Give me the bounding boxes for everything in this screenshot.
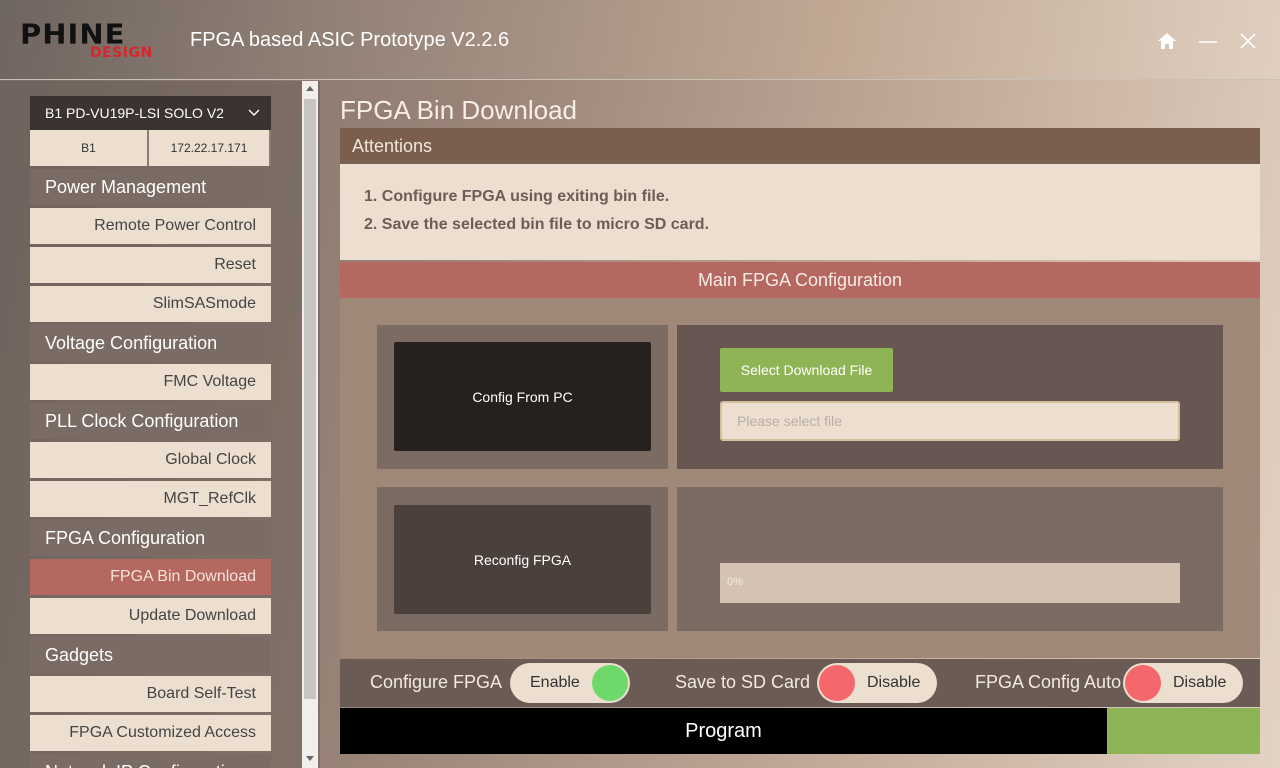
progress-label: 0%: [727, 576, 743, 588]
select-download-file-button[interactable]: Select Download File: [720, 348, 893, 392]
attentions-body: 1. Configure FPGA using exiting bin file…: [340, 164, 1260, 260]
scroll-down-arrow-icon[interactable]: [306, 756, 314, 761]
scroll-up-arrow-icon[interactable]: [306, 86, 314, 91]
close-icon[interactable]: [1235, 28, 1261, 54]
sidebar-item-update-download[interactable]: Update Download: [30, 598, 271, 634]
board-ip: 172.22.17.171: [149, 130, 271, 166]
reconfig-fpga-button[interactable]: Reconfig FPGA: [394, 505, 651, 614]
attention-line: 1. Configure FPGA using exiting bin file…: [364, 188, 670, 205]
board-select[interactable]: B1 PD-VU19P-LSI SOLO V2: [30, 96, 271, 130]
sidebar-item-slimsasmode[interactable]: SlimSASmode: [30, 286, 271, 322]
page-title: FPGA Bin Download: [340, 95, 578, 125]
section-network-ip-configuration[interactable]: Network IP Configuration: [30, 754, 271, 768]
main-fpga-config-header: Main FPGA Configuration: [340, 262, 1260, 298]
toggle-state-text: Disable: [867, 674, 921, 691]
scrollbar-thumb[interactable]: [304, 99, 316, 699]
progress-panel: [677, 487, 1223, 631]
logo-sub-text: DESIGN: [90, 45, 153, 61]
app-title: FPGA based ASIC Prototype V2.2.6: [190, 29, 510, 51]
sidebar-item-fmc-voltage[interactable]: FMC Voltage: [30, 364, 271, 400]
sidebar-item-global-clock[interactable]: Global Clock: [30, 442, 271, 478]
toggle-knob: [592, 665, 628, 701]
board-id: B1: [30, 130, 149, 166]
configure-fpga-label: Configure FPGA: [370, 672, 503, 692]
sidebar-scrollbar[interactable]: [302, 81, 318, 768]
board-info: B1 172.22.17.171: [30, 130, 271, 166]
sidebar-item-mgt-refclk[interactable]: MGT_RefClk: [30, 481, 271, 517]
attention-line: 2. Save the selected bin file to micro S…: [364, 216, 710, 233]
sidebar-item-remote-power-control[interactable]: Remote Power Control: [30, 208, 271, 244]
sidebar-item-board-self-test[interactable]: Board Self-Test: [30, 676, 271, 712]
section-pll-clock-configuration[interactable]: PLL Clock Configuration: [30, 403, 271, 439]
board-select-value: B1 PD-VU19P-LSI SOLO V2: [45, 105, 224, 121]
sidebar-item-fpga-customized-access[interactable]: FPGA Customized Access: [30, 715, 271, 751]
minimize-icon[interactable]: [1195, 28, 1221, 54]
section-voltage-configuration[interactable]: Voltage Configuration: [30, 325, 271, 361]
sidebar: B1 PD-VU19P-LSI SOLO V2 B1 172.22.17.171…: [0, 81, 320, 768]
save-to-sd-card-label: Save to SD Card: [675, 672, 811, 692]
toggle-knob: [1125, 665, 1161, 701]
config-from-pc-button[interactable]: Config From PC: [394, 342, 651, 451]
file-path-input[interactable]: [720, 401, 1180, 441]
chevron-down-icon: [247, 105, 261, 122]
file-select-panel: [677, 325, 1223, 469]
home-icon[interactable]: [1154, 28, 1180, 54]
attentions-header: Attentions: [340, 128, 1260, 164]
fpga-config-auto-toggle[interactable]: Disable: [1123, 663, 1243, 703]
save-to-sd-card-toggle[interactable]: Disable: [817, 663, 937, 703]
section-gadgets[interactable]: Gadgets: [30, 637, 271, 673]
toggle-knob: [819, 665, 855, 701]
section-power-management[interactable]: Power Management: [30, 169, 271, 205]
toggle-state-text: Enable: [530, 674, 580, 691]
fpga-config-auto-label: FPGA Config Auto: [975, 672, 1122, 692]
toggle-state-text: Disable: [1173, 674, 1227, 691]
configure-fpga-toggle[interactable]: Enable: [510, 663, 630, 703]
program-button[interactable]: Program: [340, 708, 1107, 754]
sidebar-item-reset[interactable]: Reset: [30, 247, 271, 283]
phine-design-logo: PHINE DESIGN: [20, 18, 172, 64]
sidebar-item-fpga-bin-download[interactable]: FPGA Bin Download: [30, 559, 271, 595]
download-progress-bar: 0%: [720, 563, 1180, 603]
title-bar: PHINE DESIGN FPGA based ASIC Prototype V…: [0, 0, 1280, 80]
program-status-indicator: [1107, 708, 1260, 754]
section-fpga-configuration[interactable]: FPGA Configuration: [30, 520, 271, 556]
